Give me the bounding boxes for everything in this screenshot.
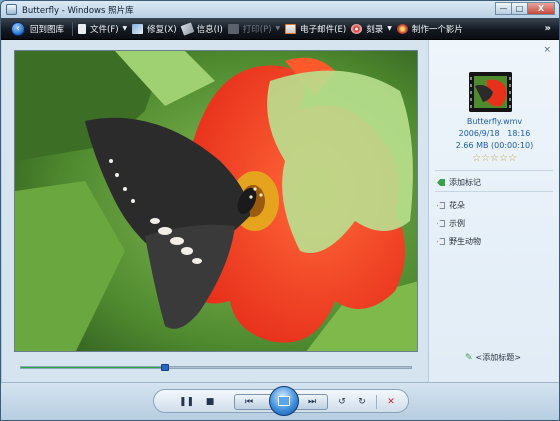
chevron-down-icon: ▼ <box>122 25 128 32</box>
rotate-left-button[interactable]: ↺ <box>335 395 349 409</box>
video-viewer <box>2 40 428 382</box>
info-label: 信息(I) <box>196 24 223 35</box>
playback-bar: ❚❚ ■ ⏮ ⏭ ↺ ↻ ✕ <box>1 382 559 420</box>
tag-item[interactable]: 野生动物 <box>437 236 481 247</box>
file-name[interactable]: Butterfly.wmv <box>429 117 559 126</box>
movie-icon <box>396 23 408 34</box>
seek-thumb[interactable] <box>161 364 170 371</box>
chevron-down-icon: ▼ <box>387 25 392 32</box>
print-icon <box>227 23 239 34</box>
tag-label: 示例 <box>449 219 465 228</box>
seek-progress <box>21 367 166 368</box>
slideshow-button[interactable] <box>269 386 299 416</box>
command-toolbar: ‹ 回到图库 文件(F) ▼ 修复(X) 信息(I) 打印(P) ▼ 电子邮件(E)… <box>1 18 559 40</box>
email-icon <box>285 23 297 34</box>
close-button[interactable]: X <box>527 2 555 15</box>
burn-label: 刻录 <box>366 24 384 35</box>
file-size: 2.66 MB (00:00:10) <box>455 141 534 150</box>
delete-button[interactable]: ✕ <box>384 395 398 409</box>
video-thumbnail <box>469 72 512 112</box>
window-buttons: — □ X <box>495 2 555 15</box>
divider <box>435 191 553 192</box>
stop-button[interactable]: ■ <box>203 395 217 409</box>
back-to-gallery-button[interactable]: 回到图库 <box>30 23 64 35</box>
pencil-icon: ✎ <box>465 352 473 363</box>
date-value: 2006/9/18 <box>458 129 500 138</box>
add-tag-label: 添加标记 <box>449 178 481 187</box>
file-menu-label: 文件(F) <box>90 24 119 35</box>
burn-icon <box>351 23 363 34</box>
print-label: 打印(P) <box>242 24 272 35</box>
back-arrow-icon[interactable]: ‹ <box>11 21 25 36</box>
star-rating[interactable]: ☆☆☆☆☆ <box>429 153 559 164</box>
date-taken[interactable]: 2006/9/18 18:16 <box>429 129 559 138</box>
seek-bar[interactable] <box>20 364 412 371</box>
tag-icon <box>437 202 445 209</box>
add-caption-button[interactable]: ✎ <添加标题> <box>465 352 521 363</box>
playback-controls: ❚❚ ■ ⏮ ⏭ ↺ ↻ ✕ <box>153 386 409 416</box>
title-bar[interactable]: Butterfly - Windows 照片库 — □ X <box>1 1 559 18</box>
email-label: 电子邮件(E) <box>300 24 347 35</box>
back-to-gallery-label: 回到图库 <box>30 24 65 35</box>
photo-gallery-window: Butterfly - Windows 照片库 — □ X ‹ 回到图库 文件(… <box>0 0 560 421</box>
video-frame[interactable] <box>14 50 418 352</box>
next-button[interactable]: ⏭ <box>305 395 319 409</box>
previous-button[interactable]: ⏮ <box>242 395 256 409</box>
divider <box>435 170 553 171</box>
tag-icon <box>437 220 445 227</box>
info-icon <box>180 21 195 36</box>
tag-label: 野生动物 <box>449 237 481 246</box>
tag-label: 花朵 <box>449 201 465 210</box>
add-tag-icon <box>437 179 445 186</box>
app-icon <box>6 4 17 15</box>
fix-button[interactable]: 修复(X) <box>132 23 177 35</box>
maximize-button[interactable]: □ <box>511 2 528 15</box>
file-menu-button[interactable]: 文件(F) ▼ <box>78 23 127 35</box>
add-caption-label: <添加标题> <box>475 353 521 362</box>
make-movie-button[interactable]: 制作一个影片 <box>396 23 463 35</box>
rotate-right-button[interactable]: ↻ <box>355 395 369 409</box>
butterfly-video-image <box>15 51 417 351</box>
controls-separator <box>376 395 377 409</box>
fix-icon <box>132 23 144 34</box>
tag-item[interactable]: 花朵 <box>437 200 465 211</box>
email-button[interactable]: 电子邮件(E) <box>285 23 346 35</box>
info-pane: × Butterfly.wmv 2006/9/18 18:16 2.66 MB … <box>428 40 559 382</box>
tag-item[interactable]: 示例 <box>437 218 465 229</box>
time-value: 18:16 <box>507 129 531 138</box>
chevron-down-icon: ▼ <box>275 25 281 32</box>
fix-label: 修复(X) <box>147 24 177 35</box>
toolbar-separator <box>72 21 74 36</box>
pause-button[interactable]: ❚❚ <box>179 395 194 409</box>
slideshow-icon <box>278 396 290 406</box>
print-menu-button[interactable]: 打印(P) ▼ <box>227 23 281 35</box>
burn-menu-button[interactable]: 刻录 ▼ <box>351 23 392 35</box>
tag-icon <box>437 238 445 245</box>
file-icon <box>78 23 87 34</box>
more-commands-button[interactable]: » <box>545 23 551 34</box>
window-title: Butterfly - Windows 照片库 <box>22 6 134 16</box>
minimize-button[interactable]: — <box>495 2 512 15</box>
close-pane-icon[interactable]: × <box>543 45 551 55</box>
make-movie-label: 制作一个影片 <box>411 24 463 35</box>
info-button[interactable]: 信息(I) <box>180 21 223 36</box>
add-tag-button[interactable]: 添加标记 <box>437 177 481 188</box>
